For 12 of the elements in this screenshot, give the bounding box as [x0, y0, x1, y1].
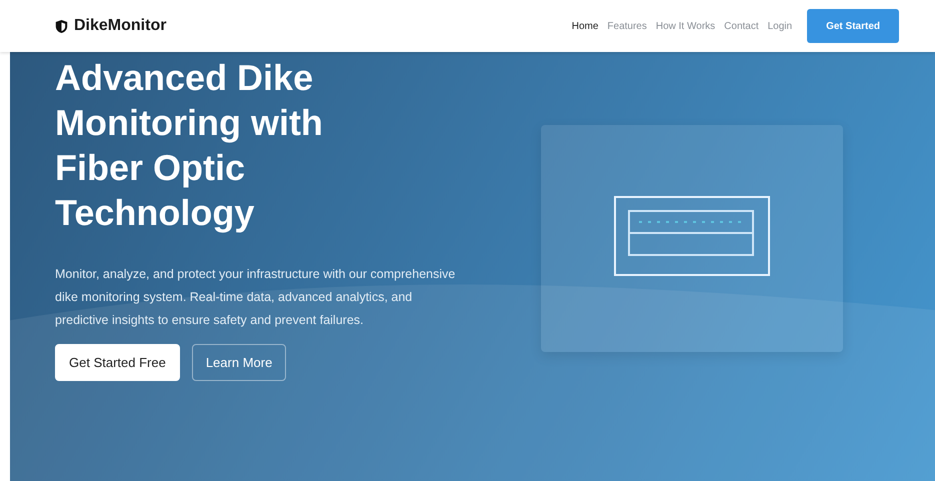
- get-started-free-button[interactable]: Get Started Free: [55, 344, 180, 381]
- nav-link[interactable]: How It Works: [656, 20, 716, 32]
- hero-description: Monitor, analyze, and protect your infrastructure with our comprehensive dike monitoring system. Real-time data, advanced analytics, and predictive insights to ensure safety and prevent failures.: [55, 266, 456, 329]
- shield-icon: [55, 18, 68, 34]
- learn-more-button[interactable]: Learn More: [192, 344, 286, 381]
- nav-link[interactable]: Contact: [724, 20, 759, 32]
- hero-title: Advanced Dike Monitoring with Fiber Optic Technology: [55, 56, 324, 235]
- nav-link[interactable]: Home: [572, 20, 598, 32]
- nav-link[interactable]: Login: [768, 20, 792, 32]
- nav-link[interactable]: Features: [607, 20, 647, 32]
- get-started-button[interactable]: Get Started: [807, 9, 899, 43]
- brand-name: DikeMonitor: [74, 17, 166, 35]
